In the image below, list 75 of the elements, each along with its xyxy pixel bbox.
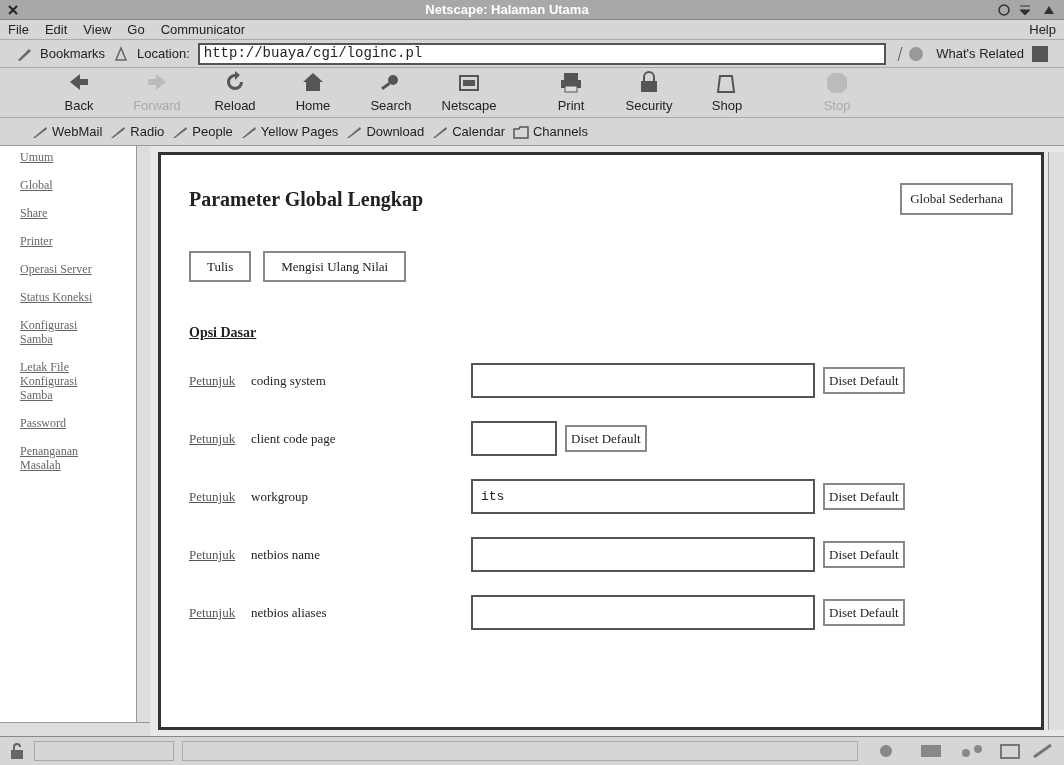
scrollbar[interactable]	[136, 146, 150, 722]
window-controls-icon[interactable]	[996, 2, 1056, 17]
toolbar-button[interactable]: Shop	[688, 69, 766, 116]
text-field[interactable]: its	[471, 479, 815, 514]
bookmark-icon	[172, 124, 189, 139]
menu-item[interactable]: Go	[127, 19, 145, 40]
url-field[interactable]: http://buaya/cgi/loginc.pl	[197, 42, 887, 65]
sidebar-link[interactable]: Penanganan Masalah	[20, 444, 100, 472]
hint-link[interactable]: Petunjuk	[189, 486, 251, 507]
sidebar-link[interactable]: Password	[20, 416, 100, 430]
form-button[interactable]: Mengisi Ulang Nilai	[263, 250, 407, 282]
sidebar-link[interactable]: Umum	[20, 150, 100, 164]
text-field[interactable]	[471, 537, 815, 572]
text-field[interactable]	[471, 595, 815, 630]
parameter-label: workgroup	[251, 487, 310, 506]
bookmarks-button[interactable]: Bookmarks	[40, 43, 106, 64]
location-label: Location:	[137, 44, 190, 63]
parameter-label: client code page	[251, 429, 337, 448]
bookmark-icon	[240, 124, 257, 139]
sidebar-link[interactable]: Printer	[20, 234, 100, 248]
section-heading: Opsi Dasar	[189, 324, 258, 342]
personal-toolbar-link[interactable]: Download	[366, 121, 425, 142]
menu-item[interactable]: View	[83, 19, 112, 40]
sidebar-link[interactable]: Share	[20, 206, 100, 220]
menu-item[interactable]: File	[8, 19, 29, 40]
sidebar-link[interactable]: Konfigurasi Samba	[20, 318, 100, 346]
page-title: Parameter Global Lengkap	[189, 186, 424, 213]
hint-link[interactable]: Petunjuk	[189, 428, 251, 449]
personal-toolbar-link[interactable]: Yellow Pages	[260, 121, 339, 142]
reset-default-button[interactable]: Diset Default	[823, 540, 905, 569]
sidebar-link[interactable]: Global	[20, 178, 100, 192]
menu-item[interactable]: Communicator	[160, 19, 246, 40]
personal-toolbar-link[interactable]: People	[192, 121, 233, 142]
personal-toolbar-link[interactable]: Calendar	[452, 121, 505, 142]
scrollbar[interactable]	[1048, 152, 1064, 730]
toolbar-button[interactable]: Search	[352, 69, 430, 116]
personal-toolbar-link[interactable]: Radio	[130, 121, 165, 142]
toolbar-button[interactable]: Reload	[196, 69, 274, 116]
sidebar-link[interactable]: Operasi Server	[20, 262, 100, 276]
text-field[interactable]	[471, 363, 815, 398]
hint-link[interactable]: Petunjuk	[189, 370, 251, 391]
menu-item[interactable]: Edit	[44, 19, 68, 40]
toolbar-button[interactable]: Print	[532, 69, 610, 116]
lock-icon	[8, 742, 26, 760]
bookmark-icon	[110, 124, 127, 139]
toolbar-button[interactable]: Security	[610, 69, 688, 116]
text-field[interactable]	[471, 421, 557, 456]
parameter-label: coding system	[251, 371, 327, 390]
personal-toolbar-link[interactable]: WebMail	[52, 121, 103, 142]
bookmark-icon	[32, 124, 48, 139]
form-button[interactable]: Tulis	[189, 250, 252, 282]
reset-default-button[interactable]: Diset Default	[823, 482, 905, 511]
location-icon	[113, 45, 130, 62]
sidebar-link[interactable]: Letak File Konfigurasi Samba	[20, 360, 100, 402]
toolbar-button[interactable]: Netscape	[430, 69, 508, 116]
reset-default-button[interactable]: Diset Default	[565, 424, 647, 453]
reset-default-button[interactable]: Diset Default	[823, 366, 905, 395]
scrollbar[interactable]	[0, 722, 150, 736]
toolbar-button[interactable]: Home	[274, 69, 352, 116]
hint-link[interactable]: Petunjuk	[189, 544, 251, 565]
sidebar-link[interactable]: Status Koneksi	[20, 290, 100, 304]
bookmark-icon	[432, 124, 449, 139]
whats-related-button[interactable]: What's Related	[936, 43, 1024, 64]
global-sederhana-button[interactable]: Global Sederhana	[900, 183, 1013, 215]
parameter-label: netbios name	[251, 545, 321, 564]
reset-default-button[interactable]: Diset Default	[823, 598, 905, 627]
bookmark-icon	[346, 124, 363, 139]
folder-icon	[512, 124, 529, 139]
window-title: Netscape: Halaman Utama	[424, 0, 590, 19]
personal-toolbar-link[interactable]: Channels	[532, 121, 588, 142]
close-icon[interactable]	[8, 4, 18, 15]
hint-link[interactable]: Petunjuk	[189, 602, 251, 623]
menu-item[interactable]: Help	[1029, 19, 1056, 40]
parameter-label: netbios aliases	[251, 603, 328, 622]
toolbar-button[interactable]: Back	[40, 69, 118, 116]
